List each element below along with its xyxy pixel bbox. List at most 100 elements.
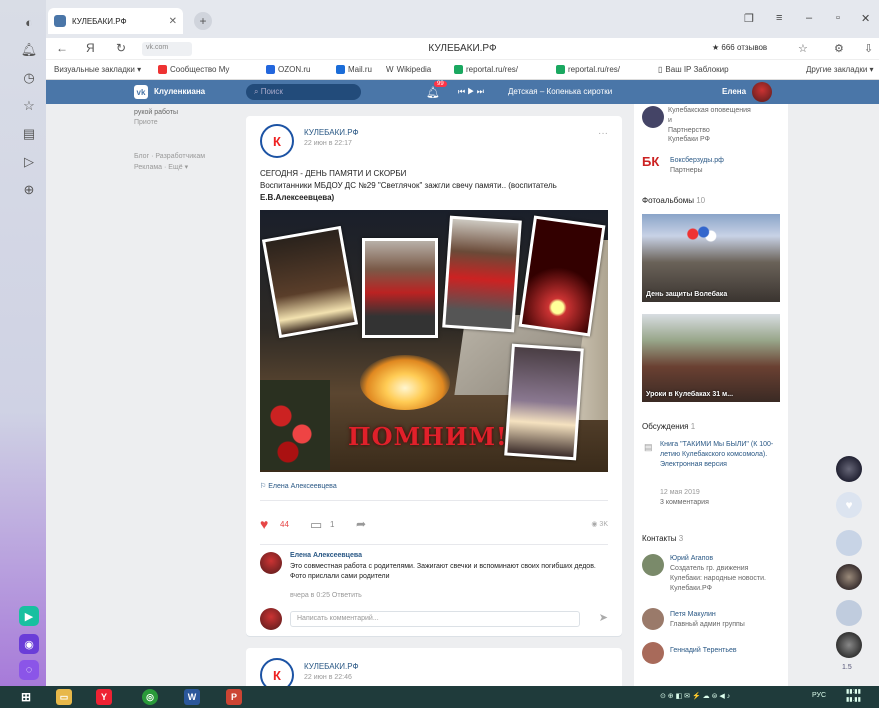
post-date[interactable]: 22 июн в 22:46: [304, 674, 352, 681]
footer-link[interactable]: Блог · Разработчикам: [134, 152, 205, 163]
album-card[interactable]: День защиты Волебака: [642, 214, 780, 302]
contact-name[interactable]: Геннадий Терентьев: [670, 646, 737, 656]
search-input[interactable]: ⌕ Поиск: [246, 84, 361, 100]
floating-avatar[interactable]: [836, 564, 862, 590]
post-date[interactable]: 22 июн в 22:17: [304, 140, 352, 147]
partner-line: Кулебакская оповещения: [668, 107, 751, 114]
file-explorer-icon[interactable]: ▭: [56, 689, 72, 705]
tab-title: КУЛЕБАКИ.РФ: [72, 16, 127, 26]
user-avatar[interactable]: [752, 82, 772, 102]
now-playing-track[interactable]: Детская – Копенька сиротки: [508, 87, 612, 96]
bookmark-other[interactable]: Другие закладки ▾: [806, 65, 874, 74]
share-icon[interactable]: ➦: [356, 517, 366, 531]
discussion-title[interactable]: Книга "ТАКИМИ Мы БЫЛИ" (К 100-летию Куле…: [660, 440, 780, 469]
heart-icon[interactable]: ♥: [836, 492, 862, 518]
download-icon[interactable]: ⇩: [864, 42, 873, 55]
alice-app-icon[interactable]: ◉: [19, 634, 39, 654]
bookmark-star-icon[interactable]: ☆: [798, 42, 808, 55]
likes-count[interactable]: 44: [280, 520, 289, 529]
like-icon[interactable]: ♥: [260, 516, 268, 532]
word-icon[interactable]: W: [184, 689, 200, 705]
bookmark-reportal-1[interactable]: reportal.ru/res/: [454, 65, 518, 74]
bookmark-mail[interactable]: Mail.ru: [336, 65, 372, 74]
contact-avatar[interactable]: [642, 554, 664, 576]
contact-name[interactable]: Юрий Агапов: [670, 554, 713, 564]
chrome-icon[interactable]: ◎: [142, 689, 158, 705]
comments-count[interactable]: 1: [330, 520, 334, 529]
photo-tag[interactable]: ⚐ Елена Алексеевцева: [260, 482, 337, 490]
language-indicator[interactable]: РУС: [812, 692, 826, 699]
add-icon[interactable]: ⊕: [21, 182, 37, 198]
bookmark-icon: [266, 65, 275, 74]
org-avatar[interactable]: [642, 106, 664, 128]
system-tray-icons[interactable]: ⊙ ⊕ ◧ ✉ ⚡ ☁ ⊜ ◀ ♪: [660, 692, 730, 700]
floating-avatar[interactable]: [836, 632, 862, 658]
commenter-avatar[interactable]: [260, 552, 282, 574]
player-controls[interactable]: ⏮ ▶ ⏭: [458, 87, 484, 97]
floating-avatar[interactable]: [836, 530, 862, 556]
discussions-heading[interactable]: Обсуждения 1: [642, 422, 695, 431]
bookmark-reportal-2[interactable]: reportal.ru/res/: [556, 65, 620, 74]
discussion-comments[interactable]: 3 комментария: [660, 498, 709, 508]
clock-icon[interactable]: ◷: [21, 70, 37, 86]
albums-heading[interactable]: Фотоальбомы 10: [642, 196, 705, 205]
star-icon[interactable]: ☆: [21, 98, 37, 114]
post-author[interactable]: КУЛЕБАКИ.РФ: [304, 128, 359, 137]
tab-kulebaki[interactable]: КУЛЕБАКИ.РФ ✕: [48, 8, 183, 34]
clock-readout[interactable]: ▮▮:▮▮ ▮▮.▮▮: [846, 689, 861, 705]
album-card[interactable]: Уроки в Кулебаках 31 м...: [642, 314, 780, 402]
post-author[interactable]: КУЛЕБАКИ.РФ: [304, 662, 359, 671]
contact-name[interactable]: Петя Макулин: [670, 610, 716, 620]
bookmark-wikipedia[interactable]: W Wikipedia: [386, 65, 431, 74]
partner-name[interactable]: Боксберзуды.рф: [670, 156, 724, 166]
contacts-heading[interactable]: Контакты 3: [642, 534, 683, 543]
comment-meta[interactable]: вчера в 0:25 Ответить: [290, 592, 362, 599]
close-window-icon[interactable]: ✕: [861, 12, 870, 25]
windows-start-icon[interactable]: ⊞: [18, 689, 34, 705]
play-icon[interactable]: ▷: [21, 154, 37, 170]
floating-count: 1.5: [842, 664, 852, 671]
camera-icon[interactable]: [836, 600, 862, 626]
yandex-browser-icon[interactable]: Y: [96, 689, 112, 705]
powerpoint-icon[interactable]: P: [226, 689, 242, 705]
comment-input[interactable]: Написать комментарий...: [290, 611, 580, 627]
close-tab-icon[interactable]: ✕: [169, 16, 177, 27]
bookmark-visual[interactable]: Визуальные закладки ▾: [54, 65, 141, 74]
bookmark-ozon[interactable]: OZON.ru: [266, 65, 310, 74]
post-photo[interactable]: ПОМНИМ!: [260, 210, 608, 472]
bell-icon[interactable]: 🔔︎: [21, 42, 38, 58]
vk-favicon-icon: [54, 15, 66, 27]
partner-logo[interactable]: БК: [642, 154, 664, 176]
child-photo: [442, 215, 522, 333]
media-app-icon[interactable]: ▶: [19, 606, 39, 626]
bookmark-community[interactable]: Сообщество My: [158, 65, 229, 74]
footer-link[interactable]: Реклама · Ещё ▾: [134, 163, 205, 174]
floating-avatar[interactable]: [836, 456, 862, 482]
user-name[interactable]: Елена: [722, 87, 746, 96]
collections-icon[interactable]: ▤: [21, 126, 37, 142]
community-avatar[interactable]: К: [260, 658, 294, 686]
notifications-icon[interactable]: 🔔︎: [426, 86, 440, 99]
minimize-icon[interactable]: –: [806, 12, 812, 24]
comment-icon[interactable]: ▭: [310, 517, 322, 533]
new-tab-button[interactable]: +: [194, 12, 212, 30]
album-caption: День защиты Волебака: [646, 291, 728, 298]
yandex-logo-icon[interactable]: ◐: [21, 14, 37, 30]
flowers: [260, 380, 330, 470]
send-icon[interactable]: ➤: [599, 611, 608, 624]
partner-line: Партнерство: [668, 126, 710, 134]
extension-icon[interactable]: ⚙: [834, 42, 844, 55]
reviews-badge[interactable]: ★ 666 отзывов: [712, 43, 767, 52]
community-avatar[interactable]: К: [260, 124, 294, 158]
post-more-icon[interactable]: ···: [598, 128, 608, 139]
menu-icon[interactable]: ≡: [776, 12, 782, 24]
maximize-icon[interactable]: ▫: [836, 12, 840, 24]
bookmark-menu-icon[interactable]: ❐: [744, 12, 754, 25]
contact-avatar[interactable]: [642, 608, 664, 630]
alice-icon[interactable]: ◌: [19, 660, 39, 680]
vk-app-name[interactable]: Клуленкиана: [154, 87, 205, 96]
contact-avatar[interactable]: [642, 642, 664, 664]
bookmark-ip[interactable]: ▯ Ваш IP Заблокир: [658, 65, 729, 74]
comment-author[interactable]: Елена Алексеевцева: [290, 552, 362, 559]
vk-logo-icon[interactable]: vk: [134, 85, 148, 99]
